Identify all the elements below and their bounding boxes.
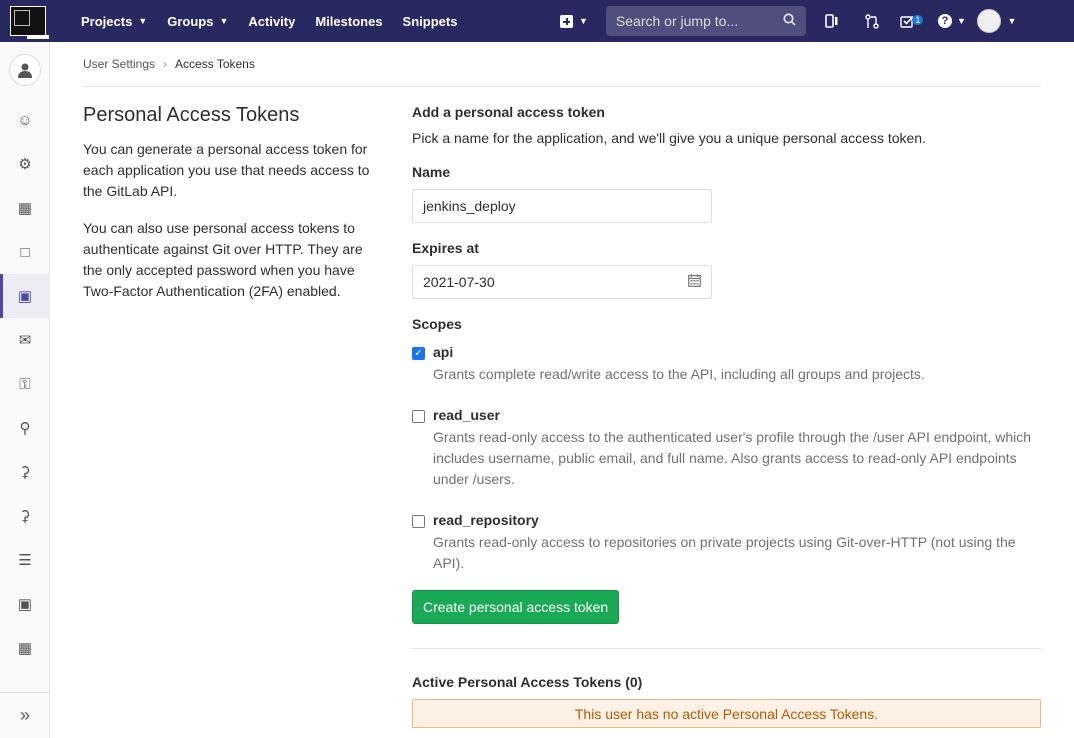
chevron-down-icon: ▼	[138, 16, 148, 26]
profile-icon: ☺	[17, 111, 33, 129]
expires-label: Expires at	[412, 240, 479, 256]
nav-milestones[interactable]: Milestones	[305, 0, 392, 42]
sidebar-item-gpg-keys[interactable]: ⚳	[0, 494, 50, 538]
sidebar-item-notifications[interactable]: ⚲	[0, 406, 50, 450]
breadcrumb: User Settings › Access Tokens	[83, 57, 1041, 87]
logo-icon	[10, 6, 49, 39]
nav-milestones-label: Milestones	[315, 13, 383, 29]
double-chevron-right-icon: »	[19, 705, 30, 725]
notifications-icon: ⚲	[19, 420, 31, 437]
active-tokens-title: Active Personal Access Tokens (0)	[412, 674, 643, 690]
calendar-icon[interactable]	[688, 274, 701, 290]
help-dropdown[interactable]: ? ▼	[932, 0, 972, 42]
nav-projects[interactable]: Projects ▼	[71, 0, 157, 42]
new-dropdown-button[interactable]: ▼	[560, 14, 588, 28]
intro-description: You can generate a personal access token…	[83, 141, 370, 199]
chevron-right-icon: ›	[163, 57, 168, 71]
nav-groups-label: Groups	[167, 13, 214, 29]
user-menu[interactable]: ▼	[972, 0, 1022, 42]
nav-snippets-label: Snippets	[402, 13, 458, 29]
chevron-down-icon: ▼	[1007, 16, 1017, 26]
active-sessions-icon: ▣	[17, 596, 33, 613]
scope-read-user-checkbox[interactable]	[412, 410, 425, 423]
collapse-sidebar-button[interactable]: »	[0, 692, 50, 738]
scope-read-user-description: Grants read-only access to the authentic…	[433, 429, 1032, 487]
user-icon	[9, 54, 41, 86]
merge-requests-icon[interactable]	[852, 0, 892, 42]
token-name-input[interactable]: jenkins_deploy	[412, 189, 712, 223]
scope-read-user-name[interactable]: read_user	[433, 407, 1041, 423]
intro-column: Personal Access Tokens You can generate …	[83, 104, 383, 318]
search-input[interactable]: Search or jump to...	[605, 6, 806, 36]
scope-api-name[interactable]: api	[433, 344, 925, 360]
scope-read-user: read_user Grants read-only access to the…	[412, 407, 1041, 490]
name-label: Name	[412, 164, 451, 180]
issues-icon[interactable]	[812, 0, 852, 42]
gitlab-logo[interactable]	[0, 0, 56, 42]
scope-api-checkbox[interactable]: ✓	[412, 347, 425, 360]
user-avatar	[977, 9, 1002, 33]
account-icon: ⚙	[18, 156, 32, 173]
form-title: Add a personal access token	[412, 104, 605, 120]
sidebar-item-password[interactable]: ⚿	[0, 362, 50, 406]
expires-at-value: 2021-07-30	[423, 274, 495, 290]
todo-count-badge: 1	[912, 15, 924, 25]
chat-icon: □	[20, 243, 30, 261]
ssh-keys-icon: ⚳	[19, 464, 31, 481]
sidebar-item-preferences[interactable]: ☰	[0, 538, 50, 582]
chevron-down-icon: ▼	[579, 16, 588, 26]
password-icon: ⚿	[19, 375, 31, 393]
search-placeholder: Search or jump to...	[615, 13, 739, 29]
nav-activity-label: Activity	[248, 13, 296, 29]
form-help-text: Pick a name for the application, and we'…	[412, 130, 926, 146]
sidebar-avatar[interactable]	[0, 42, 50, 98]
sidebar-item-active-sessions[interactable]: ▣	[0, 582, 50, 626]
nav-groups[interactable]: Groups ▼	[157, 0, 238, 42]
expires-at-input[interactable]: 2021-07-30	[412, 265, 712, 299]
scope-read-repository-name[interactable]: read_repository	[433, 512, 1041, 528]
scope-read-repository-description: Grants read-only access to repositories …	[433, 534, 1016, 571]
help-icon: ?	[937, 14, 952, 28]
sidebar-item-access-tokens[interactable]: ▣	[0, 274, 50, 318]
sidebar-item-ssh-keys[interactable]: ⚳	[0, 450, 50, 494]
top-navbar: Projects ▼ Groups ▼ Activity Milestones Sn…	[0, 0, 1074, 42]
scope-read-repository: read_repository Grants read-only access …	[412, 512, 1041, 574]
sidebar-item-profile[interactable]: ☺	[0, 98, 50, 142]
scopes-label: Scopes	[412, 316, 462, 332]
scope-api-description: Grants complete read/write access to the…	[433, 366, 925, 382]
token-name-value: jenkins_deploy	[423, 198, 516, 214]
create-token-button[interactable]: Create personal access token	[412, 590, 620, 624]
nav-projects-label: Projects	[81, 13, 133, 29]
applications-icon: ▦	[17, 200, 33, 217]
scope-api: ✓ api Grants complete read/write access …	[412, 344, 1041, 385]
sidebar-item-account[interactable]: ⚙	[0, 142, 50, 186]
gpg-keys-icon: ⚳	[19, 508, 31, 525]
nav-activity[interactable]: Activity	[238, 0, 305, 42]
sidebar-item-applications[interactable]: ▦	[0, 186, 50, 230]
plus-square-icon	[560, 14, 573, 28]
sidebar-item-authentication-log[interactable]: ▦	[0, 626, 50, 670]
preferences-icon: ☰	[18, 552, 32, 569]
breadcrumb-user-settings[interactable]: User Settings	[83, 57, 155, 71]
nav-snippets[interactable]: Snippets	[393, 0, 468, 42]
no-active-tokens-alert: This user has no active Personal Access …	[412, 699, 1041, 728]
breadcrumb-access-tokens[interactable]: Access Tokens	[175, 57, 255, 71]
token-form: Add a personal access token Pick a name …	[412, 104, 1041, 728]
sidebar-item-emails[interactable]: ✉	[0, 318, 50, 362]
sidebar-item-chat[interactable]: □	[0, 230, 50, 274]
search-icon	[783, 13, 796, 29]
settings-sidebar: ☺ ⚙ ▦ □ ▣ ✉ ⚿ ⚲ ⚳ ⚳ ☰ ▣ ▦ »	[0, 42, 50, 738]
todos-icon[interactable]: 1	[892, 0, 932, 42]
emails-icon: ✉	[18, 332, 32, 349]
intro-description-2fa: You can also use personal access tokens …	[83, 220, 363, 299]
access-tokens-icon: ▣	[17, 288, 33, 305]
chevron-down-icon: ▼	[956, 16, 966, 26]
scope-read-repository-checkbox[interactable]	[412, 515, 425, 528]
section-divider	[412, 648, 1041, 649]
page-title: Personal Access Tokens	[83, 104, 300, 126]
authentication-log-icon: ▦	[17, 640, 33, 657]
chevron-down-icon: ▼	[219, 16, 229, 26]
